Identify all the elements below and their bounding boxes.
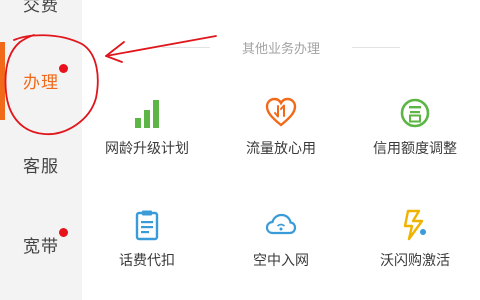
sidebar-item-service[interactable]: 客服 bbox=[0, 152, 82, 177]
signal-bars-icon bbox=[135, 100, 159, 128]
heart-transfer-icon bbox=[265, 97, 297, 127]
main-panel: 其他业务办理 网龄升级计划 流量放心用 信用额度调整 话费代扣 空中入网 沃闪购… bbox=[82, 0, 480, 300]
credit-circle-icon bbox=[400, 98, 430, 128]
sidebar: 交费 办理 客服 宽带 bbox=[0, 0, 82, 300]
section-title: 其他业务办理 bbox=[241, 42, 320, 57]
service-flash-buy-activate[interactable]: 沃闪购激活 bbox=[350, 208, 480, 270]
service-label: 信用额度调整 bbox=[373, 141, 457, 157]
sidebar-item-payment[interactable]: 交费 bbox=[0, 0, 82, 16]
sidebar-item-label: 宽带 bbox=[23, 237, 59, 257]
service-network-age-upgrade[interactable]: 网龄升级计划 bbox=[82, 96, 212, 158]
service-label: 沃闪购激活 bbox=[380, 253, 450, 269]
sidebar-item-label: 客服 bbox=[23, 157, 59, 177]
service-worry-free-data[interactable]: 流量放心用 bbox=[216, 96, 346, 158]
service-label: 流量放心用 bbox=[246, 141, 316, 157]
sidebar-item-handle[interactable]: 办理 bbox=[0, 68, 82, 93]
sidebar-item-label: 交费 bbox=[23, 0, 59, 16]
divider-line bbox=[352, 47, 400, 48]
lightning-icon bbox=[403, 209, 426, 241]
service-credit-adjust[interactable]: 信用额度调整 bbox=[350, 96, 480, 158]
badge-dot bbox=[59, 64, 68, 73]
service-label: 网龄升级计划 bbox=[105, 141, 189, 157]
section-header: 其他业务办理 bbox=[82, 38, 480, 57]
clipboard-icon bbox=[135, 210, 159, 241]
service-auto-debit[interactable]: 话费代扣 bbox=[82, 208, 212, 270]
divider-line bbox=[162, 47, 210, 48]
badge-dot bbox=[59, 228, 68, 237]
service-label: 空中入网 bbox=[253, 253, 309, 269]
cloud-wifi-icon bbox=[265, 213, 297, 235]
sidebar-item-broadband[interactable]: 宽带 bbox=[0, 232, 82, 257]
service-online-activation[interactable]: 空中入网 bbox=[216, 208, 346, 270]
sidebar-item-label: 办理 bbox=[23, 73, 59, 93]
service-label: 话费代扣 bbox=[119, 253, 175, 269]
